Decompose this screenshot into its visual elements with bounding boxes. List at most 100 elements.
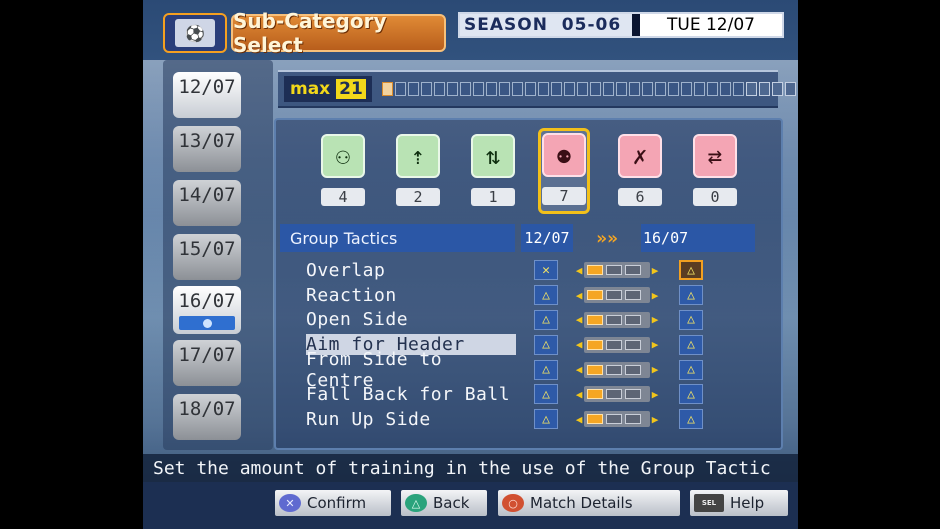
training-level-selector[interactable]: ◀ ▶ xyxy=(574,410,662,428)
training-level-selector[interactable]: ◀ ▶ xyxy=(574,361,662,379)
help-button[interactable]: SEL Help xyxy=(690,490,788,516)
level-box xyxy=(587,414,603,425)
level-box xyxy=(606,389,622,400)
level-box xyxy=(587,265,603,276)
triangle-button-icon: △ xyxy=(405,494,427,512)
arrow-left-icon[interactable]: ◀ xyxy=(574,363,584,376)
date-to: 16/07 xyxy=(641,224,755,252)
capacity-slot xyxy=(446,82,458,96)
date-item[interactable]: 16/07 xyxy=(173,286,241,334)
capacity-slot xyxy=(420,82,432,96)
arrow-left-icon[interactable]: ◀ xyxy=(574,338,584,351)
level-box xyxy=(625,265,641,276)
date-item[interactable]: 17/07 xyxy=(173,340,241,386)
capacity-slot xyxy=(628,82,640,96)
level-box xyxy=(606,414,622,425)
date-item[interactable]: 18/07 xyxy=(173,394,241,440)
category-icon-box[interactable]: ⚽ xyxy=(163,13,227,53)
help-label: Help xyxy=(730,494,765,512)
date-item[interactable]: 13/07 xyxy=(173,126,241,172)
level-box xyxy=(606,314,622,325)
category-tile[interactable]: ⇅ 1 xyxy=(466,132,520,214)
arrow-right-icon[interactable]: ▶ xyxy=(650,363,660,376)
formation-icon: ⚇ xyxy=(321,134,365,178)
tactic-name: Run Up Side xyxy=(306,408,431,430)
new-level-badge: △ xyxy=(679,285,703,306)
category-tile[interactable]: ⇡ 2 xyxy=(391,132,445,214)
category-count: 2 xyxy=(396,188,440,206)
capacity-slot xyxy=(511,82,523,96)
category-tile[interactable]: ✗ 6 xyxy=(613,132,667,214)
match-details-button[interactable]: ○ Match Details xyxy=(498,490,680,516)
arrow-right-icon[interactable]: ▶ xyxy=(650,338,660,351)
arrow-left-icon[interactable]: ◀ xyxy=(574,313,584,326)
tactic-row[interactable]: Overlap ✕ ◀ ▶ △ xyxy=(306,258,776,283)
capacity-slots xyxy=(381,82,796,96)
arrow-right-icon[interactable]: ▶ xyxy=(650,413,660,426)
level-box xyxy=(606,339,622,350)
arrow-right-icon[interactable]: ▶ xyxy=(650,264,660,277)
capacity-slot xyxy=(563,82,575,96)
category-tile[interactable]: ⚇ 4 xyxy=(316,132,370,214)
confirm-button[interactable]: ✕ Confirm xyxy=(275,490,391,516)
level-box xyxy=(625,414,641,425)
capacity-slot xyxy=(433,82,445,96)
training-level-selector[interactable]: ◀ ▶ xyxy=(574,336,662,354)
tactic-row[interactable]: Run Up Side △ ◀ ▶ △ xyxy=(306,407,776,432)
tactic-row[interactable]: From Side to Centre △ ◀ ▶ △ xyxy=(306,349,776,391)
tactic-row[interactable]: Reaction △ ◀ ▶ △ xyxy=(306,283,776,308)
arrow-left-icon[interactable]: ◀ xyxy=(574,413,584,426)
capacity-slot xyxy=(485,82,497,96)
level-box xyxy=(587,339,603,350)
current-level-badge: △ xyxy=(534,334,558,355)
capacity-slot xyxy=(784,82,796,96)
training-level-selector[interactable]: ◀ ▶ xyxy=(574,261,662,279)
training-level-selector[interactable]: ◀ ▶ xyxy=(574,385,662,403)
level-boxes xyxy=(584,361,650,378)
capacity-slot xyxy=(498,82,510,96)
tactic-row[interactable]: Fall Back for Ball △ ◀ ▶ △ xyxy=(306,382,776,407)
arrow-right-icon[interactable]: ▶ xyxy=(650,313,660,326)
arrow-left-icon[interactable]: ◀ xyxy=(574,388,584,401)
capacity-slot xyxy=(654,82,666,96)
level-box xyxy=(625,389,641,400)
current-level-badge: ✕ xyxy=(534,260,558,281)
back-button[interactable]: △ Back xyxy=(401,490,487,516)
circle-button-icon: ○ xyxy=(502,494,524,512)
category-tile[interactable]: ⇄ 0 xyxy=(688,132,742,214)
season-text: SEASON xyxy=(464,15,548,35)
capacity-slot xyxy=(381,82,393,96)
capacity-slot xyxy=(459,82,471,96)
new-level-badge: △ xyxy=(679,359,703,380)
training-level-selector[interactable]: ◀ ▶ xyxy=(574,311,662,329)
arrow-right-icon[interactable]: ▶ xyxy=(650,388,660,401)
level-box xyxy=(625,314,641,325)
capacity-slot xyxy=(472,82,484,96)
capacity-slot xyxy=(576,82,588,96)
level-box xyxy=(587,364,603,375)
date-label: 17/07 xyxy=(178,344,236,366)
arrow-left-icon[interactable]: ◀ xyxy=(574,264,584,277)
level-box xyxy=(587,389,603,400)
max-value: 21 xyxy=(336,79,366,99)
tactic-row[interactable]: Open Side △ ◀ ▶ △ xyxy=(306,308,776,333)
date-item[interactable]: 15/07 xyxy=(173,234,241,280)
season-display: SEASON 05-06 TUE 12/07 xyxy=(458,12,784,38)
capacity-slot xyxy=(615,82,627,96)
capacity-slot xyxy=(758,82,770,96)
capacity-slot xyxy=(719,82,731,96)
training-level-selector[interactable]: ◀ ▶ xyxy=(574,286,662,304)
category-tile-selected[interactable]: ⚉ 7 xyxy=(538,128,590,214)
date-label: 15/07 xyxy=(178,238,236,260)
level-box xyxy=(587,314,603,325)
capacity-slot xyxy=(602,82,614,96)
date-item[interactable]: 12/07 xyxy=(173,72,241,118)
capacity-slot xyxy=(680,82,692,96)
current-date: TUE 12/07 xyxy=(640,14,782,36)
date-item[interactable]: 14/07 xyxy=(173,180,241,226)
arrow-right-icon[interactable]: ▶ xyxy=(650,289,660,302)
match-marker-icon xyxy=(179,316,235,330)
level-boxes xyxy=(584,411,650,428)
arrow-left-icon[interactable]: ◀ xyxy=(574,289,584,302)
level-box xyxy=(625,339,641,350)
